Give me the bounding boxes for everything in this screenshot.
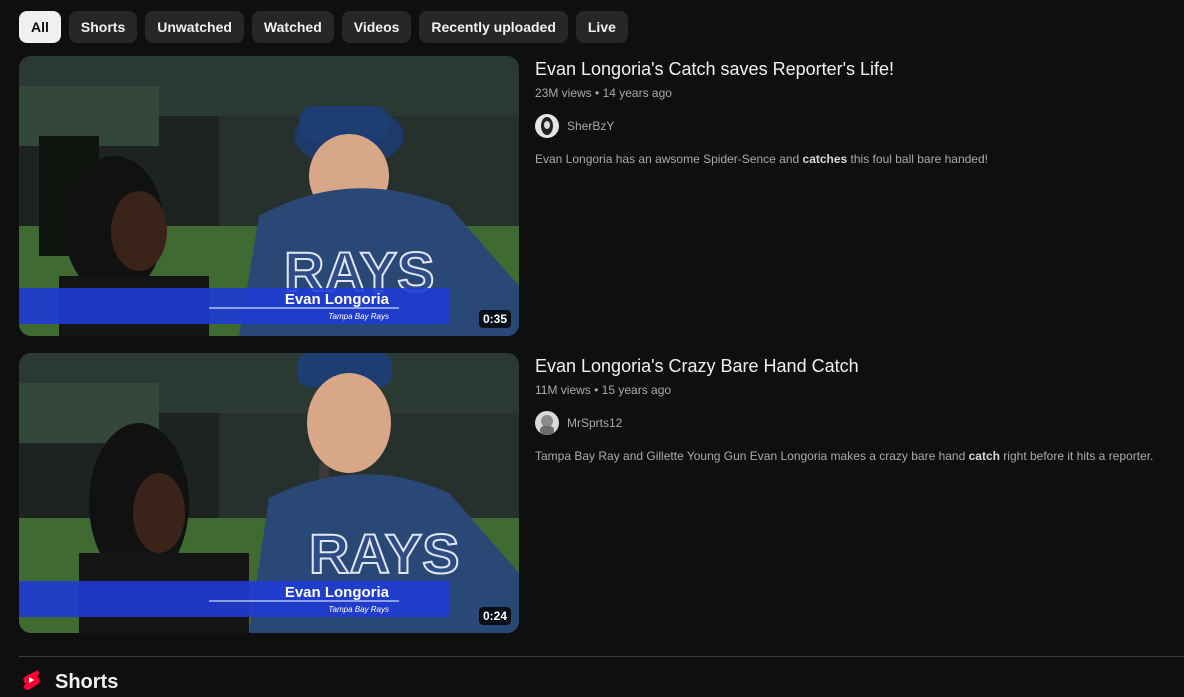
jersey-text: RAYS [309, 522, 459, 585]
channel-link[interactable]: SherBzY [535, 114, 1175, 138]
filter-chips: All Shorts Unwatched Watched Videos Rece… [19, 11, 628, 43]
chip-live[interactable]: Live [575, 11, 628, 43]
view-count: 11M views [535, 383, 591, 397]
video-info: Evan Longoria's Catch saves Reporter's L… [535, 56, 1175, 168]
video-meta: 11M views • 15 years ago [535, 383, 672, 397]
upload-age: 14 years ago [602, 86, 672, 100]
video-description: Evan Longoria has an awsome Spider-Sence… [535, 152, 988, 166]
chip-videos[interactable]: Videos [341, 11, 412, 43]
chip-recently-uploaded[interactable]: Recently uploaded [419, 11, 568, 43]
channel-name[interactable]: MrSprts12 [567, 416, 622, 430]
avatar [535, 114, 559, 138]
thumbnail-image: RAYS Evan Longoria Tampa Bay Rays [19, 56, 519, 336]
chip-unwatched[interactable]: Unwatched [145, 11, 244, 43]
chip-watched[interactable]: Watched [251, 11, 334, 43]
channel-link[interactable]: MrSprts12 [535, 411, 1175, 435]
shorts-section-title: Shorts [55, 671, 119, 693]
view-count: 23M views [535, 86, 592, 100]
video-info: Evan Longoria's Crazy Bare Hand Catch 11… [535, 353, 1175, 465]
video-result[interactable]: RAYS Evan Longoria Tampa Bay Rays 0:35 E… [19, 56, 1179, 336]
duration-badge: 0:24 [478, 607, 511, 625]
upload-age: 15 years ago [601, 383, 672, 397]
shorts-section-header: Shorts [19, 668, 118, 697]
section-divider [19, 656, 1184, 657]
lower-third-team: Tampa Bay Rays [328, 605, 389, 614]
channel-name[interactable]: SherBzY [567, 119, 614, 133]
avatar [535, 411, 559, 435]
lower-third-name: Evan Longoria [285, 291, 390, 308]
lower-third-name: Evan Longoria [285, 584, 390, 601]
lower-third-team: Tampa Bay Rays [328, 312, 389, 321]
video-description: Tampa Bay Ray and Gillette Young Gun Eva… [535, 449, 1154, 463]
video-meta: 23M views • 14 years ago [535, 86, 672, 100]
chip-all[interactable]: All [19, 11, 61, 43]
duration-badge: 0:35 [478, 310, 511, 328]
video-thumbnail[interactable]: RAYS Evan Longoria Tampa Bay Rays 0:35 [19, 56, 519, 336]
thumbnail-image: RAYS Evan Longoria Tampa Bay Rays [19, 353, 519, 633]
video-title[interactable]: Evan Longoria's Catch saves Reporter's L… [535, 56, 1175, 82]
chip-shorts[interactable]: Shorts [68, 11, 138, 43]
shorts-icon [19, 668, 43, 697]
video-title[interactable]: Evan Longoria's Crazy Bare Hand Catch [535, 353, 1175, 379]
video-result[interactable]: RAYS Evan Longoria Tampa Bay Rays 0:24 E… [19, 353, 1179, 633]
video-thumbnail[interactable]: RAYS Evan Longoria Tampa Bay Rays 0:24 [19, 353, 519, 633]
